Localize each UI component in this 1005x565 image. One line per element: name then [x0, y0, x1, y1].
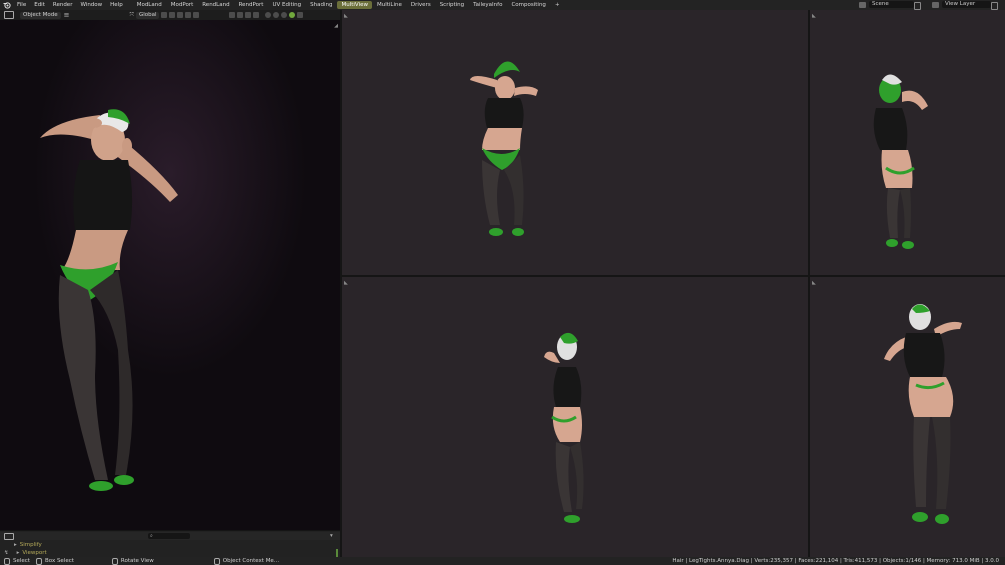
- overlay-icon[interactable]: [245, 12, 252, 18]
- search-icon: ⌕: [150, 533, 153, 539]
- add-workspace-button[interactable]: +: [551, 1, 564, 9]
- menu-window[interactable]: Window: [76, 0, 106, 10]
- status-box-select: Box Select: [44, 558, 74, 564]
- menu-icon[interactable]: ≡: [64, 11, 70, 19]
- tab-uv-editing[interactable]: UV Editing: [268, 1, 305, 9]
- scene-label: Scene: [872, 1, 889, 7]
- character-side: [544, 332, 584, 523]
- menu-edit[interactable]: Edit: [30, 0, 49, 10]
- wireframe-shading-icon[interactable]: [265, 12, 272, 18]
- viewport-bottom-right[interactable]: ◣: [810, 277, 1005, 557]
- rendered-viewport[interactable]: Object Mode ≡ ⤧ Global ◢: [0, 10, 340, 530]
- status-bar: Select Box Select Rotate View Object Con…: [0, 557, 1005, 565]
- character-back-angle: [884, 304, 962, 524]
- tab-rendland[interactable]: RendLand: [198, 1, 233, 9]
- viewport-bottom-left[interactable]: ◣: [342, 277, 808, 557]
- tab-rendport[interactable]: RendPort: [235, 1, 268, 9]
- snap-target-icon[interactable]: [177, 12, 184, 18]
- tab-shading[interactable]: Shading: [306, 1, 336, 9]
- viewport-top-right[interactable]: ◣: [810, 10, 1005, 275]
- blender-logo-icon[interactable]: [3, 1, 11, 9]
- falloff-icon[interactable]: [193, 12, 200, 18]
- mouse-left-drag-icon: [35, 557, 42, 565]
- bottom-editor: ⌕ ▾ ▸ Simplify ↯ ▸ Viewport: [0, 530, 340, 558]
- expand-icon-2[interactable]: ▸: [17, 549, 20, 557]
- copy-view-layer-icon[interactable]: [991, 2, 998, 10]
- filter-icon[interactable]: ▾: [330, 532, 333, 540]
- shading-options-icon[interactable]: [297, 12, 304, 18]
- mode-dropdown[interactable]: Object Mode: [20, 11, 61, 19]
- scene-selector[interactable]: Scene: [869, 1, 914, 8]
- rendered-character: [0, 20, 340, 530]
- transform-orientation-dropdown[interactable]: Global: [135, 11, 160, 19]
- corner-handle-icon[interactable]: ◣: [344, 280, 348, 286]
- expand-icon[interactable]: ▸: [14, 541, 17, 549]
- corner-handle-icon[interactable]: ◣: [344, 13, 348, 19]
- scene-icon: [859, 2, 866, 8]
- visibility-icon[interactable]: [229, 12, 236, 18]
- material-shading-icon[interactable]: [281, 12, 288, 18]
- status-select: Select: [13, 558, 30, 564]
- simplify-label[interactable]: Simplify: [20, 541, 42, 549]
- gizmo-icon[interactable]: [237, 12, 244, 18]
- view-layer-label: View Layer: [945, 1, 976, 7]
- viewport-top-left[interactable]: ◣: [342, 10, 808, 275]
- search-field[interactable]: ⌕: [148, 533, 190, 539]
- menu-file[interactable]: File: [13, 0, 30, 10]
- corner-handle-icon[interactable]: ◣: [812, 13, 816, 19]
- view-layer-selector[interactable]: View Layer: [942, 1, 991, 8]
- tab-modland[interactable]: ModLand: [133, 1, 166, 9]
- copy-scene-icon[interactable]: [914, 2, 921, 10]
- view-layer-icon: [932, 2, 939, 8]
- corner-handle-icon[interactable]: ◢: [334, 23, 338, 29]
- character-front: [470, 61, 538, 236]
- editor-type-icon-bottom[interactable]: [4, 532, 14, 540]
- solid-shading-icon[interactable]: [273, 12, 280, 18]
- tab-taileyainfo[interactable]: TaileyaInfo: [469, 1, 506, 9]
- status-rotate-view: Rotate View: [120, 558, 154, 564]
- tab-scripting[interactable]: Scripting: [436, 1, 468, 9]
- pivot-icon[interactable]: [161, 12, 168, 18]
- editor-type-icon[interactable]: [4, 11, 14, 19]
- tab-multiline[interactable]: MultiLine: [373, 1, 406, 9]
- tab-multiview[interactable]: MultiView: [337, 1, 372, 9]
- tab-modport[interactable]: ModPort: [167, 1, 198, 9]
- tab-compositing[interactable]: Compositing: [507, 1, 549, 9]
- snap-icon[interactable]: [169, 12, 176, 18]
- transform-orientation-icon: ⤧: [129, 11, 134, 18]
- status-context-menu: Object Context Me...: [222, 558, 280, 564]
- scroll-handle[interactable]: [336, 549, 338, 557]
- tool-icon[interactable]: ↯: [4, 549, 9, 557]
- status-scene-stats: Hair | LegTights.Annya.Diag | Verts:235,…: [672, 558, 999, 564]
- menu-render[interactable]: Render: [49, 0, 77, 10]
- rendered-shading-icon[interactable]: [289, 12, 296, 18]
- character-back: [873, 74, 928, 249]
- proportional-edit-icon[interactable]: [185, 12, 192, 18]
- viewport-label[interactable]: Viewport: [22, 549, 46, 557]
- corner-handle-icon[interactable]: ◣: [812, 280, 816, 286]
- mouse-middle-icon: [111, 557, 118, 565]
- mouse-right-icon: [213, 557, 220, 565]
- menu-help[interactable]: Help: [106, 0, 127, 10]
- mouse-left-icon: [4, 557, 10, 565]
- tab-drivers[interactable]: Drivers: [407, 1, 435, 9]
- xray-icon[interactable]: [253, 12, 260, 18]
